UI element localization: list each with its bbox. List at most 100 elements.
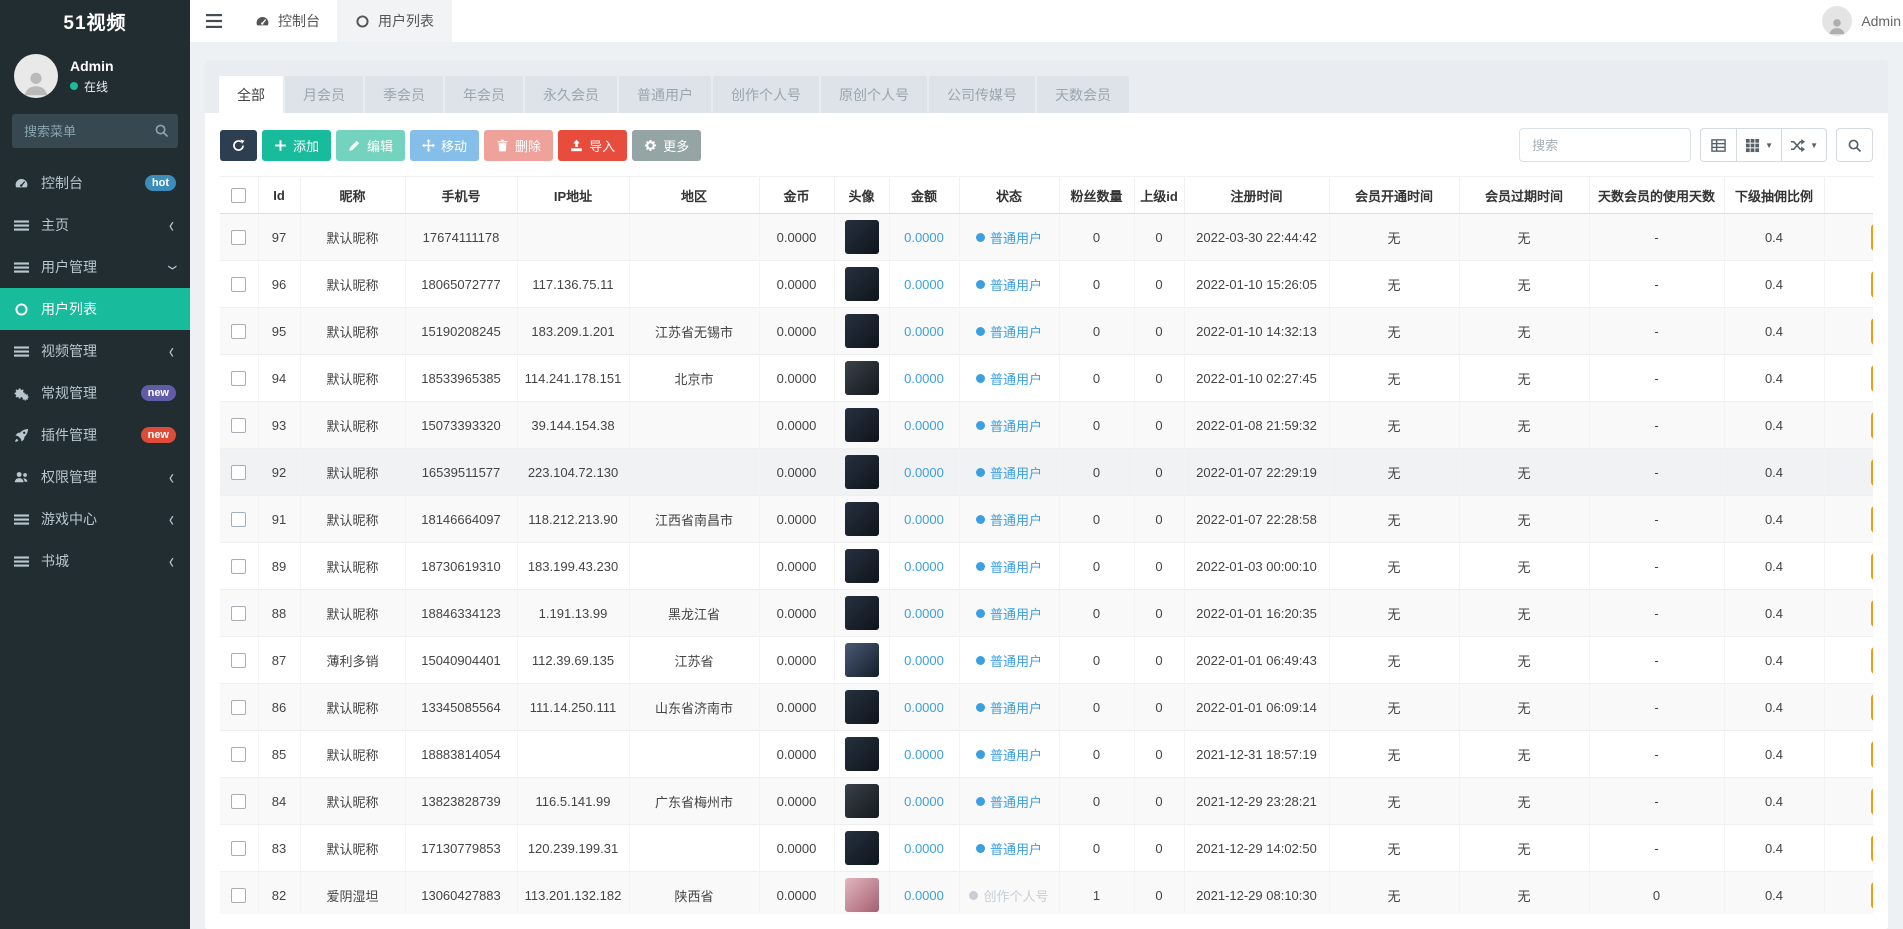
status-action-button[interactable] [1870,646,1873,674]
status-action-button[interactable] [1870,740,1873,768]
row-checkbox[interactable] [231,841,247,857]
refresh-button[interactable] [220,129,257,161]
row-checkbox[interactable] [231,559,247,575]
status-action-button[interactable] [1870,599,1873,627]
status-action-button[interactable] [1870,505,1873,533]
amount-link[interactable]: 0.0000 [904,747,944,762]
column-header: 金额 [889,176,960,214]
filter-tab-2[interactable]: 季会员 [365,76,443,113]
row-checkbox[interactable] [231,794,247,810]
row-checkbox[interactable] [231,465,247,481]
sidebar-item-video-mgmt[interactable]: 视频管理 ‹ [0,330,190,372]
filter-tab-1[interactable]: 月会员 [285,76,363,113]
status-action-button[interactable] [1870,270,1873,298]
sidebar-item-general-mgmt[interactable]: 常规管理 new [0,372,190,414]
topbar-tab-user-list[interactable]: 用户列表 [338,0,452,42]
amount-link[interactable]: 0.0000 [904,230,944,245]
advanced-search-button[interactable] [1836,128,1873,162]
move-button[interactable]: 移动 [410,129,480,161]
edit-button[interactable]: 编辑 [336,129,406,161]
sidebar-item-console[interactable]: 控制台 hot [0,162,190,204]
amount-link[interactable]: 0.0000 [904,559,944,574]
row-checkbox[interactable] [231,324,247,340]
filter-tab-0[interactable]: 全部 [219,76,283,113]
sidebar-toggle-button[interactable] [190,0,238,42]
user-avatar-image[interactable] [844,455,879,489]
row-checkbox[interactable] [231,653,247,669]
columns-dropdown-button[interactable]: ▼ [1737,128,1783,162]
sidebar-item-perm-mgmt[interactable]: 权限管理 ‹ [0,456,190,498]
user-avatar-image[interactable] [844,549,879,583]
user-avatar-image[interactable] [844,878,879,912]
status-action-button[interactable] [1870,411,1873,439]
status-action-button[interactable] [1870,458,1873,486]
topbar-user-menu[interactable]: Admin [1822,0,1903,42]
add-button[interactable]: 添加 [262,129,332,161]
amount-link[interactable]: 0.0000 [904,794,944,809]
user-avatar-image[interactable] [844,220,879,254]
topbar-tab-console[interactable]: 控制台 [238,0,338,42]
sidebar-item-user-mgmt[interactable]: 用户管理 ‹ [0,246,190,288]
status-action-button[interactable] [1870,693,1873,721]
table-search-input[interactable] [1519,128,1692,162]
amount-link[interactable]: 0.0000 [904,465,944,480]
row-checkbox[interactable] [231,606,247,622]
filter-tab-8[interactable]: 公司传媒号 [929,76,1035,113]
status-action-button[interactable] [1870,317,1873,345]
user-avatar-image[interactable] [844,361,879,395]
select-all-checkbox[interactable] [231,188,247,204]
amount-link[interactable]: 0.0000 [904,324,944,339]
filter-tab-3[interactable]: 年会员 [445,76,523,113]
amount-link[interactable]: 0.0000 [904,653,944,668]
user-avatar-image[interactable] [844,596,879,630]
filter-tab-4[interactable]: 永久会员 [525,76,617,113]
amount-link[interactable]: 0.0000 [904,700,944,715]
user-avatar-image[interactable] [844,690,879,724]
row-checkbox[interactable] [231,277,247,293]
amount-link[interactable]: 0.0000 [904,512,944,527]
sidebar-item-user-list[interactable]: 用户列表 [0,288,190,330]
more-button[interactable]: 更多 [632,129,702,161]
amount-link[interactable]: 0.0000 [904,277,944,292]
row-checkbox[interactable] [231,888,247,904]
cell-days-used: - [1654,652,1659,668]
delete-button[interactable]: 删除 [484,129,554,161]
status-action-button[interactable] [1870,881,1873,909]
user-avatar-image[interactable] [844,831,879,865]
row-checkbox[interactable] [231,700,247,716]
filter-tab-7[interactable]: 原创个人号 [821,76,927,113]
status-action-button[interactable] [1870,223,1873,251]
sidebar-item-book-city[interactable]: 书城 ‹ [0,540,190,582]
list-view-button[interactable] [1700,128,1738,162]
amount-link[interactable]: 0.0000 [904,606,944,621]
row-checkbox[interactable] [231,230,247,246]
row-checkbox[interactable] [231,747,247,763]
amount-link[interactable]: 0.0000 [904,841,944,856]
sidebar-item-plugin-mgmt[interactable]: 插件管理 new [0,414,190,456]
amount-link[interactable]: 0.0000 [904,418,944,433]
row-checkbox[interactable] [231,512,247,528]
user-avatar-image[interactable] [844,502,879,536]
filter-tab-6[interactable]: 创作个人号 [713,76,819,113]
user-avatar-image[interactable] [844,737,879,771]
row-checkbox[interactable] [231,418,247,434]
filter-tab-9[interactable]: 天数会员 [1037,76,1129,113]
sidebar-item-game-center[interactable]: 游戏中心 ‹ [0,498,190,540]
filter-tab-5[interactable]: 普通用户 [619,76,711,113]
user-avatar-image[interactable] [844,643,879,677]
status-action-button[interactable] [1870,552,1873,580]
status-action-button[interactable] [1870,364,1873,392]
user-avatar-image[interactable] [844,784,879,818]
import-button[interactable]: 导入 [558,129,628,161]
user-avatar-image[interactable] [844,314,879,348]
amount-link[interactable]: 0.0000 [904,888,944,903]
user-avatar-image[interactable] [844,408,879,442]
sidebar-item-home[interactable]: 主页 ‹ [0,204,190,246]
status-action-button[interactable] [1870,834,1873,862]
user-avatar-image[interactable] [844,267,879,301]
status-action-button[interactable] [1870,787,1873,815]
column-header: 会员过期时间 [1459,176,1590,214]
row-checkbox[interactable] [231,371,247,387]
amount-link[interactable]: 0.0000 [904,371,944,386]
export-dropdown-button[interactable]: ▼ [1782,128,1827,162]
